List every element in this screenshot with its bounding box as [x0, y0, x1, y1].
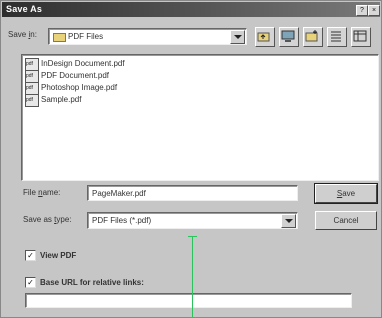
callout-line [192, 236, 193, 318]
desktop-icon [281, 30, 295, 42]
close-icon[interactable]: × [368, 5, 380, 16]
save-as-dialog: Save As ? × Save in: PDF Files InDesign … [0, 0, 382, 318]
save-button-rest: ave [342, 189, 356, 198]
save-button[interactable]: Save [314, 183, 378, 204]
file-name: Sample.pdf [41, 95, 82, 104]
file-list[interactable]: InDesign Document.pdf PDF Document.pdf P… [21, 54, 379, 181]
save-in-value: PDF Files [68, 32, 104, 41]
pdf-file-icon [25, 94, 39, 107]
save-as-type-dropdown[interactable]: PDF Files (*.pdf) [87, 212, 298, 229]
up-folder-icon [257, 32, 270, 42]
save-in-label-suffix: n: [30, 30, 37, 39]
desktop-button[interactable] [279, 27, 299, 47]
file-name-field[interactable]: PageMaker.pdf [87, 185, 298, 201]
details-view-icon [353, 30, 367, 42]
new-folder-button[interactable] [303, 27, 323, 47]
title-bar: Save As ? × [2, 2, 380, 17]
new-folder-icon [305, 30, 318, 42]
view-pdf-checkbox[interactable]: ✓ [25, 250, 36, 261]
base-url-field[interactable] [25, 293, 352, 308]
view-pdf-label: View PDF [40, 251, 77, 260]
list-view-icon [331, 31, 341, 42]
help-icon[interactable]: ? [356, 5, 368, 16]
save-as-type-label-prefix: Save as [23, 215, 55, 224]
file-name-value: PageMaker.pdf [92, 189, 146, 198]
save-in-dropdown[interactable]: PDF Files [48, 28, 247, 45]
file-name: PDF Document.pdf [41, 71, 110, 80]
file-name-label-suffix: ame: [42, 188, 61, 197]
file-name-label: File name: [23, 188, 60, 197]
save-as-type-value: PDF Files (*.pdf) [92, 216, 152, 225]
file-name-label-prefix: File [23, 188, 39, 197]
file-name: InDesign Document.pdf [41, 59, 125, 68]
base-url-checkbox[interactable]: ✓ [25, 277, 36, 288]
dialog-title: Save As [6, 4, 43, 14]
save-in-label: Save in: [8, 30, 37, 39]
base-url-label: Base URL for relative links: [40, 278, 144, 287]
up-folder-button[interactable] [255, 27, 275, 47]
save-in-label-prefix: Save [8, 30, 29, 39]
cancel-button[interactable]: Cancel [315, 211, 377, 230]
folder-icon [53, 33, 66, 42]
chevron-down-icon[interactable] [281, 214, 296, 228]
save-as-type-label: Save as type: [23, 215, 72, 224]
save-as-type-label-suffix: ype: [56, 215, 72, 224]
list-view-button[interactable] [327, 27, 347, 47]
file-name: Photoshop Image.pdf [41, 83, 118, 92]
details-view-button[interactable] [351, 27, 371, 47]
chevron-down-icon[interactable] [230, 30, 245, 44]
